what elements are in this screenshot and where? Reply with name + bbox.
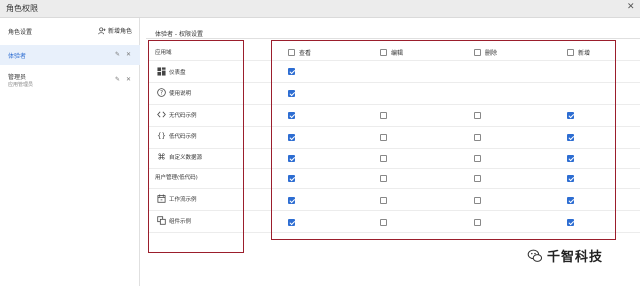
close-icon[interactable]: ✕	[627, 2, 635, 12]
add-role-button[interactable]: 新增角色	[98, 26, 132, 35]
highlight-box-resources	[148, 40, 244, 253]
edit-icon[interactable]: ✎	[115, 51, 120, 58]
role-sidebar: 角色设置 新增角色 体验者 ✎ ✕ 管理员 应用管理员 ✎ ✕	[0, 18, 140, 286]
role-item-experiencer[interactable]: 体验者 ✎ ✕	[0, 45, 140, 65]
window-title: 角色权限	[6, 4, 38, 13]
role-description: 应用管理员	[8, 82, 34, 88]
edit-icon[interactable]: ✎	[115, 76, 120, 83]
role-name: 管理员	[8, 74, 27, 81]
watermark: 千智科技	[527, 246, 603, 265]
sidebar-header-label: 角色设置	[8, 29, 33, 36]
add-role-label: 新增角色	[108, 28, 133, 35]
watermark-text: 千智科技	[547, 250, 604, 265]
delete-icon[interactable]: ✕	[126, 51, 131, 58]
wechat-icon	[527, 249, 543, 262]
highlight-box-permissions	[271, 40, 616, 240]
delete-icon[interactable]: ✕	[126, 76, 131, 83]
divider	[146, 38, 640, 39]
add-user-icon	[98, 26, 106, 34]
window-titlebar: 角色权限 ✕	[0, 0, 640, 18]
sidebar-header: 角色设置 新增角色	[0, 18, 140, 42]
role-item-admin[interactable]: 管理员 应用管理员 ✎ ✕	[0, 70, 140, 90]
panel-title: 体验者 - 权限设置	[155, 31, 203, 38]
role-name: 体验者	[8, 53, 27, 60]
